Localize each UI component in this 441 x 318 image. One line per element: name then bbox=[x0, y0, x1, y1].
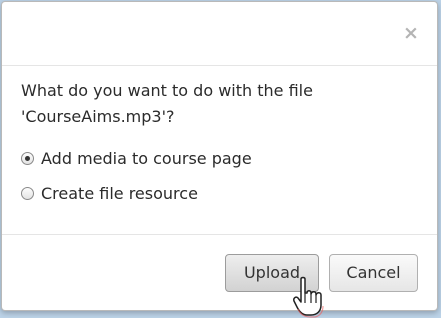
dialog-header: × bbox=[2, 2, 437, 66]
dialog-body: What do you want to do with the file 'Co… bbox=[2, 66, 437, 234]
dialog-question: What do you want to do with the file 'Co… bbox=[21, 78, 321, 130]
option-add-media-label: Add media to course page bbox=[41, 148, 252, 168]
close-icon[interactable]: × bbox=[402, 22, 420, 44]
question-line-1: What do you want to do with the file bbox=[21, 81, 313, 100]
question-filename: 'CourseAims.mp3'? bbox=[21, 107, 175, 126]
radio-add-media[interactable] bbox=[21, 151, 34, 165]
option-add-media[interactable]: Add media to course page bbox=[21, 146, 252, 170]
cancel-button[interactable]: Cancel bbox=[329, 254, 418, 292]
upload-dialog: × What do you want to do with the file '… bbox=[1, 1, 438, 311]
option-create-file-resource[interactable]: Create file resource bbox=[21, 181, 198, 205]
option-create-file-resource-label: Create file resource bbox=[41, 183, 198, 203]
hand-pointer-cursor-icon bbox=[293, 276, 324, 318]
radio-create-file-resource[interactable] bbox=[21, 186, 34, 200]
dialog-footer: Upload Cancel bbox=[2, 234, 437, 311]
